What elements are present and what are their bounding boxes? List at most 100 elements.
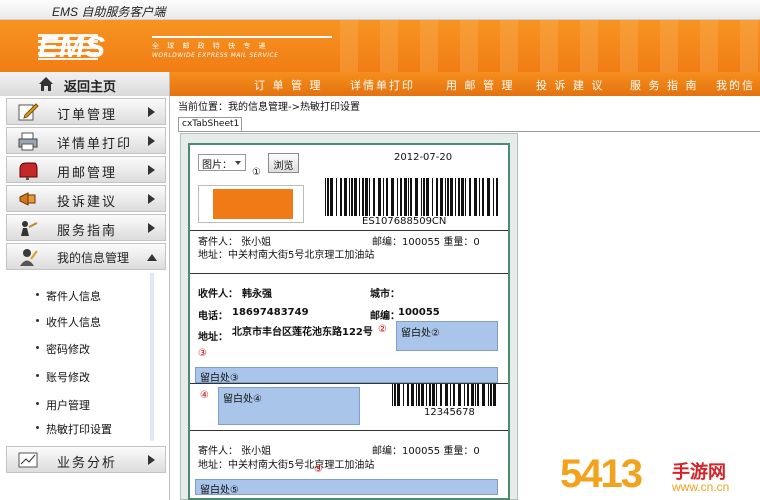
sidebar-item-complaint[interactable]: 投诉建议 xyxy=(6,185,166,212)
mailbox-icon xyxy=(19,162,38,180)
submenu-account[interactable]: 账号修改 xyxy=(36,369,90,385)
barcode2-number: 12345678 xyxy=(424,407,475,418)
barcode-bar xyxy=(493,178,494,216)
barcode-bar xyxy=(477,384,479,406)
secondary-barcode xyxy=(392,384,496,406)
barcode-bar xyxy=(403,384,404,406)
divider-line xyxy=(190,273,508,274)
barcode-bar xyxy=(344,178,347,216)
tracking-number: ES107688509CN xyxy=(362,216,447,227)
barcode-bar xyxy=(411,384,414,406)
printer-icon xyxy=(18,132,38,151)
submenu-password[interactable]: 密码修改 xyxy=(36,341,90,357)
chart-icon xyxy=(18,452,38,468)
barcode-bar xyxy=(394,384,396,406)
barcode-bar xyxy=(455,178,456,216)
barcode-bar xyxy=(325,178,326,216)
marker-5: ⑤ xyxy=(314,464,323,475)
blank-area-3[interactable]: 留白处③ xyxy=(195,367,498,384)
sidebar-item-guide[interactable]: 服务指南 xyxy=(6,214,166,241)
image-select[interactable]: 图片： xyxy=(198,154,246,171)
edit-icon xyxy=(18,103,39,121)
sender2-address: 地址：中关村南大街5号北京理工加油站 xyxy=(198,460,375,471)
sidebar-item-myinfo[interactable]: 我的信息管理 xyxy=(6,243,166,270)
blank-area-2[interactable]: 留白处② xyxy=(396,321,498,351)
watermark-logo: 5413 xyxy=(560,452,643,496)
ems-logo: EMS xyxy=(38,31,107,64)
barcode-bar xyxy=(432,178,433,216)
sidebar-item-label: 投诉建议 xyxy=(57,195,118,210)
postal-label: 邮编： xyxy=(370,311,400,322)
barcode-bar xyxy=(461,178,464,216)
barcode-bar xyxy=(426,384,427,406)
submenu-user-manage[interactable]: 用户管理 xyxy=(36,397,90,413)
sidebar-item-order[interactable]: 订单管理 xyxy=(6,98,166,125)
sender-address: 地址：中关村南大街5号北京理工加油站 xyxy=(198,250,375,261)
barcode-bar xyxy=(397,384,400,406)
barcode-bar xyxy=(469,178,471,216)
breadcrumb: 当前位置：我的信息管理->热敏打印设置 xyxy=(178,102,360,113)
sidebar-item-analysis[interactable]: 业务分析 xyxy=(6,446,166,473)
barcode-bar xyxy=(440,384,442,406)
print-date: 2012-07-20 xyxy=(394,152,453,163)
sidebar-item-label: 订单管理 xyxy=(57,108,118,123)
barcode-bar xyxy=(426,178,429,216)
header-banner: EMS 全 球 邮 政 特 快 专 递 WORLDWIDE EXPRESS MA… xyxy=(0,20,760,72)
logo-thumbnail xyxy=(198,185,304,223)
barcode-bar xyxy=(349,178,350,216)
submenu-thermal-print[interactable]: 热敏打印设置 xyxy=(36,421,112,437)
address-value: 北京市丰台区莲花池东路122号 xyxy=(232,327,373,338)
topnav-myinfo[interactable]: 我的信息 xyxy=(716,77,760,109)
barcode-bar xyxy=(453,384,455,406)
address-label: 地址： xyxy=(198,332,228,343)
barcode-bar xyxy=(467,384,469,406)
barcode-bar xyxy=(373,178,375,216)
blank-area-5[interactable]: 留白处⑤ xyxy=(195,479,498,496)
barcode-bar xyxy=(365,178,368,216)
megaphone-icon xyxy=(19,192,36,206)
barcode-bar xyxy=(475,384,476,406)
phone-label: 电话： xyxy=(198,311,228,322)
barcode-bar xyxy=(471,384,474,406)
barcode-bar xyxy=(336,178,337,216)
blank-area-4[interactable]: 留白处④ xyxy=(218,387,360,425)
barcode-bar xyxy=(445,384,448,406)
barcode-bar xyxy=(408,178,409,216)
barcode-bar xyxy=(474,178,477,216)
barcode-bar xyxy=(440,178,443,216)
image-select-value: 图片： xyxy=(202,160,232,171)
topnav-print[interactable]: 详情单打印 xyxy=(350,77,415,93)
barcode-bar xyxy=(432,384,435,406)
topnav-complaint[interactable]: 投 诉 建 议 xyxy=(536,77,605,93)
tab-sheet[interactable]: cxTabSheet1 xyxy=(178,117,242,132)
barcode-bar xyxy=(458,384,461,406)
barcode-bar xyxy=(397,178,398,216)
barcode-bar xyxy=(423,178,425,216)
submenu-receiver-info[interactable]: 收件人信息 xyxy=(36,314,101,330)
person-icon xyxy=(20,249,38,266)
tab-divider xyxy=(178,131,760,132)
barcode-bar xyxy=(369,178,370,216)
chevron-right-icon xyxy=(148,107,155,117)
marker-3: ③ xyxy=(198,348,207,359)
divider-line xyxy=(190,430,508,431)
house-icon xyxy=(39,77,53,91)
receiver-label: 收件人： xyxy=(198,289,238,300)
topnav-guide[interactable]: 服 务 指 南 xyxy=(630,77,699,93)
submenu-sender-info[interactable]: 寄件人信息 xyxy=(36,288,101,304)
barcode-bar xyxy=(391,178,394,216)
topnav-mail[interactable]: 用 邮 管 理 xyxy=(446,77,515,93)
sender2-postal: 邮编：100055 重量：0 xyxy=(372,446,480,457)
barcode-bar xyxy=(404,178,407,216)
barcode-bar xyxy=(415,178,418,216)
sidebar-item-mail[interactable]: 用邮管理 xyxy=(6,156,166,183)
banner-rule xyxy=(152,36,332,38)
sidebar-item-print[interactable]: 详情单打印 xyxy=(6,127,166,154)
marker-1: ① xyxy=(252,167,261,178)
barcode-bar xyxy=(450,178,453,216)
barcode-bar xyxy=(407,384,409,406)
topnav-order[interactable]: 订 单 管 理 xyxy=(254,77,323,93)
home-button[interactable]: 返回主页 xyxy=(0,72,170,96)
browse-button[interactable]: 浏览 xyxy=(268,153,299,173)
barcode-bar xyxy=(359,178,360,216)
